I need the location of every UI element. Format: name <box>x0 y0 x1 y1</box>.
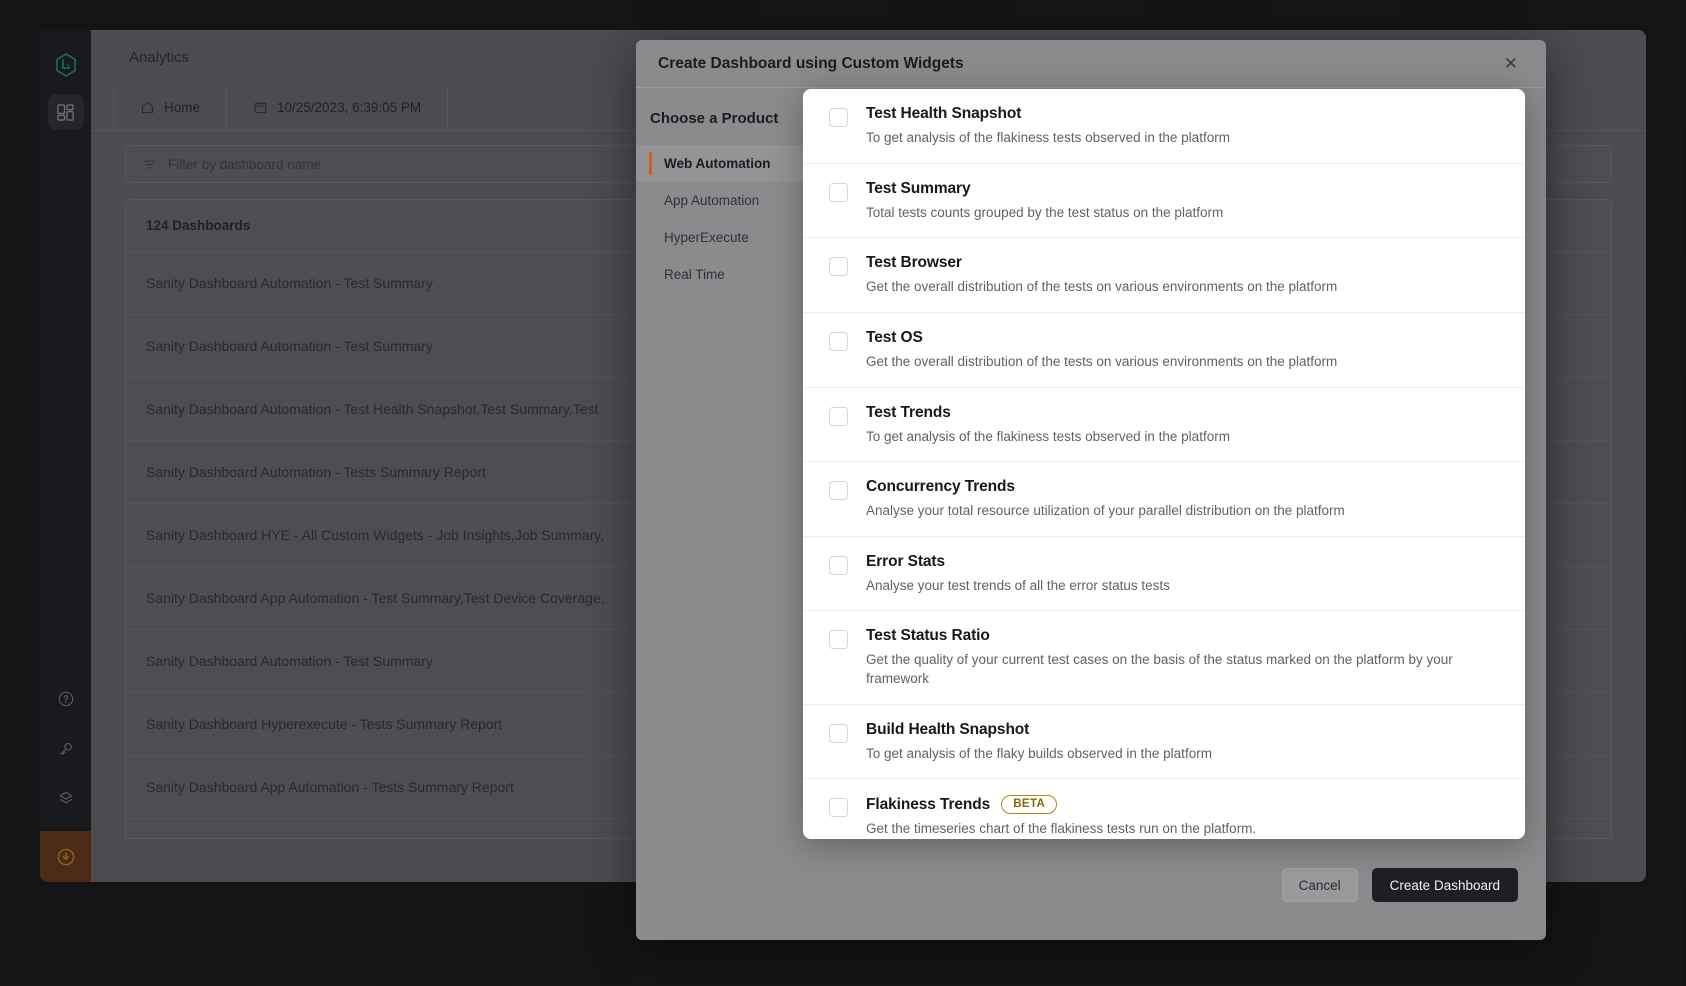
widget-title: Error Stats <box>866 553 945 571</box>
widget-texts: Build Health Snapshot To get analysis of … <box>866 721 1501 764</box>
status-badge: BETA <box>1001 795 1057 814</box>
widget-checkbox[interactable] <box>829 798 848 817</box>
widget-description: To get analysis of the flakiness tests o… <box>866 428 1501 447</box>
widget-row[interactable]: Test Browser Get the overall distribution… <box>803 238 1525 313</box>
widget-description: Get the overall distribution of the test… <box>866 278 1501 297</box>
widget-title-line: Test Status Ratio <box>866 627 1501 645</box>
help-circle-icon <box>57 690 75 708</box>
widget-description: Analyse your total resource utilization … <box>866 502 1501 521</box>
widget-scroll-area[interactable]: Test Health Snapshot To get analysis of t… <box>803 89 1525 839</box>
sidebar-item-help[interactable] <box>48 681 84 717</box>
widget-title-line: Test Health Snapshot <box>866 105 1501 123</box>
lambdatest-logo-icon[interactable] <box>49 48 83 82</box>
screen: Analytics Home <box>0 0 1686 986</box>
widget-title: Test Status Ratio <box>866 627 990 645</box>
widget-description: To get analysis of the flaky builds obse… <box>866 745 1501 764</box>
dashboard-grid-icon <box>56 103 75 122</box>
widget-row[interactable]: Test Health Snapshot To get analysis of t… <box>803 89 1525 164</box>
widget-description: Get the overall distribution of the test… <box>866 353 1501 372</box>
widget-row[interactable]: Flakiness Trends BETA Get the timeseries c… <box>803 779 1525 839</box>
calendar-icon <box>253 100 268 115</box>
widget-checkbox[interactable] <box>829 556 848 575</box>
filter-icon <box>142 157 157 172</box>
rail-bottom-group <box>40 681 91 882</box>
widget-title-line: Error Stats <box>866 553 1501 571</box>
widget-title-line: Test OS <box>866 329 1501 347</box>
tab-timestamp[interactable]: 10/25/2023, 6:39:05 PM <box>227 85 448 130</box>
tab-home[interactable]: Home <box>113 85 227 130</box>
widget-title: Test Health Snapshot <box>866 105 1021 123</box>
widget-texts: Concurrency Trends Analyse your total res… <box>866 478 1501 521</box>
modal-footer: Cancel Create Dashboard <box>636 868 1546 902</box>
sidebar-item-integrations[interactable] <box>48 781 84 817</box>
cancel-button[interactable]: Cancel <box>1282 868 1358 902</box>
widget-checkbox[interactable] <box>829 183 848 202</box>
download-circle-icon <box>56 847 76 867</box>
widget-checkbox[interactable] <box>829 108 848 127</box>
widget-title: Test OS <box>866 329 923 347</box>
create-dashboard-button[interactable]: Create Dashboard <box>1372 868 1518 902</box>
widget-checkbox[interactable] <box>829 407 848 426</box>
widget-row[interactable]: Build Health Snapshot To get analysis of … <box>803 705 1525 780</box>
widget-title: Test Trends <box>866 404 951 422</box>
modal-title: Create Dashboard using Custom Widgets <box>658 55 964 73</box>
widget-checkbox[interactable] <box>829 481 848 500</box>
widget-title-line: Test Summary <box>866 180 1501 198</box>
widget-description: Analyse your test trends of all the erro… <box>866 577 1501 596</box>
search-input-placeholder: Filter by dashboard name <box>168 157 321 172</box>
widget-description: Get the quality of your current test cas… <box>866 651 1501 688</box>
close-icon[interactable]: ✕ <box>1498 51 1524 76</box>
widget-description: Get the timeseries chart of the flakines… <box>866 820 1501 839</box>
widget-texts: Test OS Get the overall distribution of t… <box>866 329 1501 372</box>
widget-title-line: Concurrency Trends <box>866 478 1501 496</box>
widget-texts: Error Stats Analyse your test trends of a… <box>866 553 1501 596</box>
widget-row[interactable]: Concurrency Trends Analyse your total res… <box>803 462 1525 537</box>
sidebar-item-downloads[interactable] <box>40 831 91 882</box>
widget-texts: Test Health Snapshot To get analysis of t… <box>866 105 1501 148</box>
widget-title: Test Browser <box>866 254 962 272</box>
widget-row[interactable]: Error Stats Analyse your test trends of a… <box>803 537 1525 612</box>
widget-texts: Test Browser Get the overall distribution… <box>866 254 1501 297</box>
tab-home-label: Home <box>164 100 200 115</box>
widget-title-line: Build Health Snapshot <box>866 721 1501 739</box>
modal-header: Create Dashboard using Custom Widgets ✕ <box>636 40 1546 88</box>
key-icon <box>57 740 75 758</box>
widget-list-panel: Test Health Snapshot To get analysis of t… <box>803 89 1525 839</box>
widget-row[interactable]: Test Status Ratio Get the quality of your… <box>803 611 1525 704</box>
widget-description: To get analysis of the flakiness tests o… <box>866 129 1501 148</box>
widget-description: Total tests counts grouped by the test s… <box>866 204 1501 223</box>
widget-row[interactable]: Test Summary Total tests counts grouped b… <box>803 164 1525 239</box>
widget-title: Flakiness Trends <box>866 796 990 814</box>
widget-checkbox[interactable] <box>829 257 848 276</box>
home-icon <box>140 100 155 115</box>
layers-icon <box>57 790 75 808</box>
sidebar-item-dashboard[interactable] <box>48 94 84 130</box>
widget-title-line: Test Trends <box>866 404 1501 422</box>
widget-texts: Test Trends To get analysis of the flakin… <box>866 404 1501 447</box>
widget-checkbox[interactable] <box>829 724 848 743</box>
widget-texts: Test Summary Total tests counts grouped b… <box>866 180 1501 223</box>
widget-row[interactable]: Test Trends To get analysis of the flakin… <box>803 388 1525 463</box>
widget-checkbox[interactable] <box>829 332 848 351</box>
widget-title: Concurrency Trends <box>866 478 1015 496</box>
tab-timestamp-label: 10/25/2023, 6:39:05 PM <box>277 100 421 115</box>
widget-title-line: Flakiness Trends BETA <box>866 795 1501 814</box>
widget-texts: Flakiness Trends BETA Get the timeseries c… <box>866 795 1501 839</box>
widget-title: Build Health Snapshot <box>866 721 1029 739</box>
widget-texts: Test Status Ratio Get the quality of your… <box>866 627 1501 688</box>
widget-row[interactable]: Test OS Get the overall distribution of t… <box>803 313 1525 388</box>
sidebar-item-api-key[interactable] <box>48 731 84 767</box>
left-icon-rail <box>40 30 91 882</box>
widget-title: Test Summary <box>866 180 970 198</box>
widget-checkbox[interactable] <box>829 630 848 649</box>
widget-title-line: Test Browser <box>866 254 1501 272</box>
